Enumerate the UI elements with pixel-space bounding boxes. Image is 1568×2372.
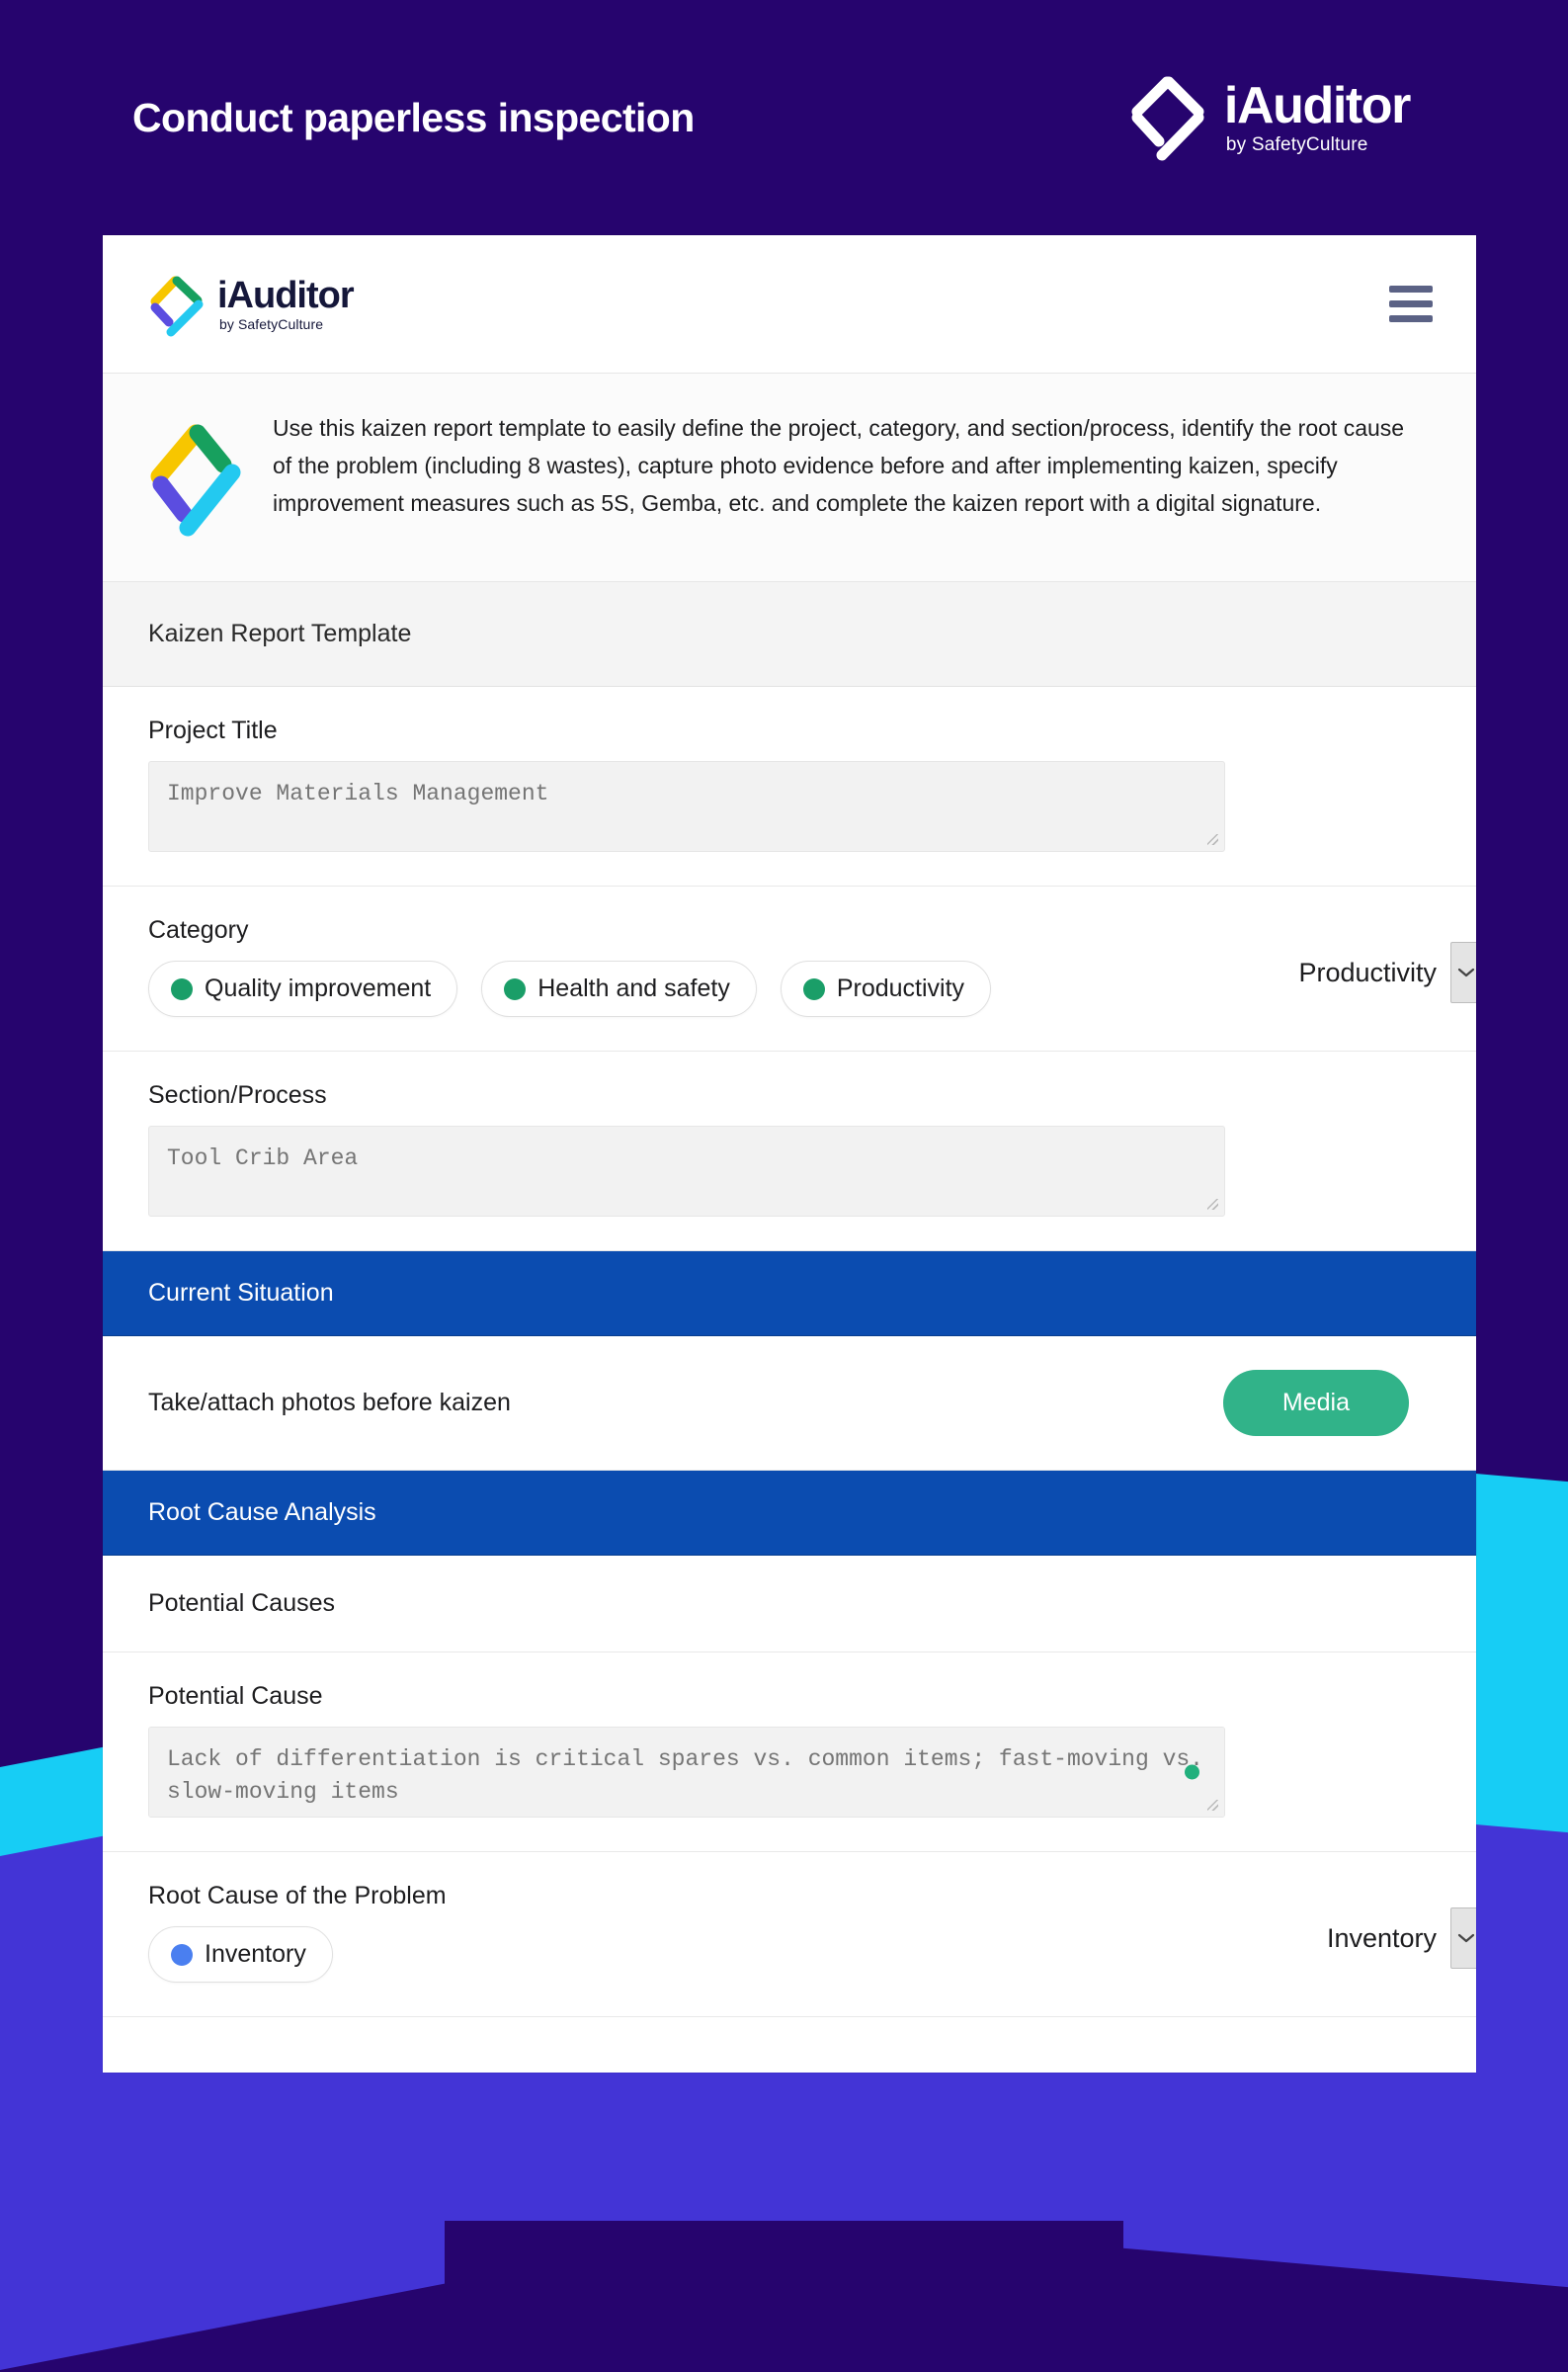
category-option-label: Health and safety [537, 974, 730, 1002]
hamburger-bar [1389, 286, 1433, 293]
status-dot-icon [802, 977, 825, 1000]
project-title-input[interactable] [148, 761, 1225, 852]
hamburger-menu-icon[interactable] [1389, 286, 1433, 322]
status-dot-icon [504, 977, 527, 1000]
project-title-input-wrap [148, 761, 1225, 852]
root-cause-select[interactable]: Inventory [1327, 1882, 1476, 1969]
app-screenshot-card: iAuditor by SafetyCulture Use this kaize… [103, 235, 1476, 2073]
app-wordmark-group: iAuditor by SafetyCulture [217, 274, 355, 332]
banner-headline: Conduct paperless inspection [132, 94, 695, 140]
promo-banner: Conduct paperless inspection iAuditor by… [0, 0, 1568, 235]
field-label-potential-cause: Potential Cause [148, 1682, 323, 1710]
section-process-input-wrap [148, 1126, 1225, 1217]
section-header-root-cause-analysis: Root Cause Analysis [103, 1471, 1476, 1556]
row-potential-causes: Potential Causes [103, 1556, 1476, 1652]
field-label-section-process: Section/Process [148, 1081, 327, 1109]
category-select[interactable]: Productivity [1298, 916, 1476, 1003]
status-dot-icon [171, 977, 193, 1000]
template-title: Kaizen Report Template [103, 582, 1476, 687]
field-label-root-cause-of-the-problem: Root Cause of the Problem [148, 1882, 447, 1909]
potential-cause-input-wrap [148, 1727, 1225, 1818]
chevron-down-icon[interactable] [1450, 1907, 1476, 1969]
status-dot-icon [1185, 1764, 1199, 1780]
hamburger-bar [1389, 300, 1433, 307]
root-cause-option-inventory[interactable]: Inventory [148, 1926, 333, 1983]
decorative-shape-purple-bottom [0, 2073, 1568, 2221]
field-root-cause-of-the-problem: Root Cause of the Problem Inventory Inve… [103, 1852, 1476, 2017]
category-option-group: Quality improvement Health and safety Pr… [148, 961, 1298, 1017]
banner-sub-wordmark: by SafetyCulture [1225, 133, 1368, 155]
app-logo[interactable]: iAuditor by SafetyCulture [148, 272, 355, 337]
section-process-input[interactable] [148, 1126, 1225, 1217]
banner-wordmark-group: iAuditor by SafetyCulture [1223, 76, 1411, 156]
hamburger-bar [1389, 315, 1433, 322]
root-cause-option-group: Inventory [148, 1926, 1327, 1983]
category-option-label: Productivity [836, 974, 965, 1002]
root-cause-option-label: Inventory [205, 1940, 306, 1968]
iauditor-diamond-check-logo-icon [1129, 72, 1206, 163]
category-option-productivity[interactable]: Productivity [780, 961, 992, 1017]
status-dot-icon [171, 1943, 193, 1966]
field-section-process: Section/Process [103, 1052, 1476, 1251]
field-label-category: Category [148, 916, 249, 944]
category-option-label: Quality improvement [205, 974, 432, 1002]
field-potential-cause: Potential Cause [103, 1652, 1476, 1852]
iauditor-diamond-check-logo-icon [148, 272, 206, 337]
banner-logo: iAuditor by SafetyCulture [1129, 72, 1459, 163]
media-button[interactable]: Media [1222, 1370, 1409, 1436]
row-label: Take/attach photos before kaizen [148, 1389, 511, 1416]
app-header: iAuditor by SafetyCulture [103, 235, 1476, 374]
field-category: Category Quality improvement Health and … [103, 887, 1476, 1052]
field-project-title: Project Title [103, 687, 1476, 887]
banner-wordmark: iAuditor [1223, 76, 1411, 134]
template-intro: Use this kaizen report template to easil… [103, 374, 1476, 582]
potential-cause-input[interactable] [148, 1727, 1225, 1818]
row-take-photos-before-kaizen: Take/attach photos before kaizen Media [103, 1336, 1476, 1471]
app-wordmark: iAuditor [217, 274, 355, 316]
category-option-quality-improvement[interactable]: Quality improvement [148, 961, 458, 1017]
template-description: Use this kaizen report template to easil… [273, 415, 1405, 517]
section-header-current-situation: Current Situation [103, 1251, 1476, 1336]
field-label-project-title: Project Title [148, 717, 278, 744]
category-option-health-and-safety[interactable]: Health and safety [481, 961, 757, 1017]
chevron-down-icon[interactable] [1450, 942, 1476, 1003]
iauditor-diamond-check-logo-icon [148, 415, 243, 542]
root-cause-selected-value: Inventory [1326, 1922, 1437, 1953]
app-sub-wordmark: by SafetyCulture [219, 315, 324, 332]
category-selected-value: Productivity [1298, 957, 1437, 987]
